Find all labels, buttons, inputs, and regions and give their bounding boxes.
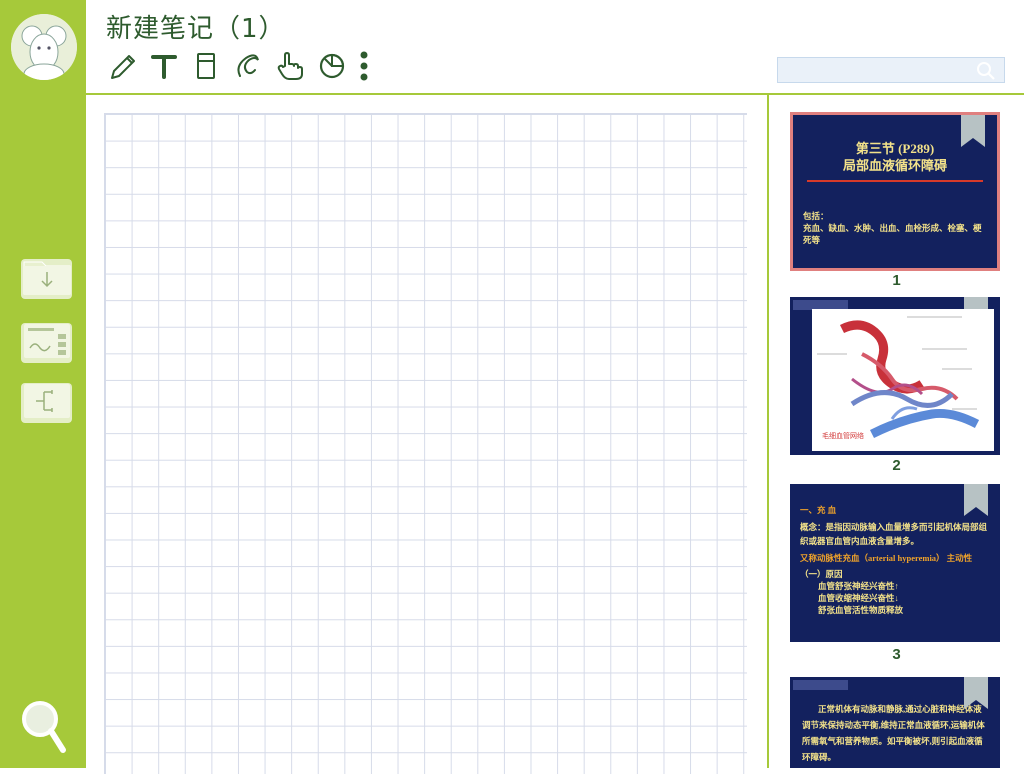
thumbnail-page-1[interactable]: 第三节 (P289) 局部血液循环障碍 包括： 充血、缺血、水肿、出血、血栓形成… — [790, 112, 1000, 271]
slide-card-button[interactable] — [21, 323, 72, 363]
thumbnail-page-4[interactable]: 正常机体有动脉和静脉,通过心脏和神经体液调节来保持动态平衡,维持正常血液循环,运… — [790, 677, 1000, 768]
thumbnail-page-2[interactable]: 毛细血管网络 — [790, 297, 1000, 455]
slide-body: 充血、缺血、水肿、出血、血栓形成、栓塞、梗死等 — [803, 223, 982, 245]
page-number-3: 3 — [892, 646, 901, 663]
slide-bullet: 血管舒张神经兴奋性↑ — [818, 581, 899, 591]
eraser-icon — [191, 51, 221, 85]
flowchart-button[interactable] — [21, 383, 72, 423]
slide-divider — [807, 180, 983, 182]
more-vertical-icon — [359, 50, 369, 86]
folder-download-button[interactable] — [21, 259, 72, 299]
pencil-icon — [107, 51, 137, 85]
note-canvas-area — [86, 95, 768, 774]
header: 新建笔记（1） — [86, 0, 1024, 95]
slide-subtitle: 局部血液循环障碍 — [842, 158, 947, 173]
drawing-toolbar — [104, 50, 372, 86]
slide-card-icon — [22, 322, 72, 364]
lasso-tool-button[interactable] — [230, 50, 266, 86]
page-thumbnails-panel: 第三节 (P289) 局部血液循环障碍 包括： 充血、缺血、水肿、出血、血栓形成… — [769, 97, 1024, 768]
search-icon — [18, 701, 70, 761]
hand-tool-button[interactable] — [272, 50, 308, 86]
page-title[interactable]: 新建笔记（1） — [106, 8, 286, 45]
slide-bullet: 舒张血管活性物质释放 — [818, 605, 904, 615]
grid-canvas[interactable] — [104, 113, 747, 774]
slide-label: 包括： — [803, 211, 829, 221]
search-icon[interactable] — [976, 61, 996, 85]
flowchart-icon — [22, 382, 72, 424]
mouse-avatar-icon[interactable] — [11, 14, 77, 80]
page-number-1: 1 — [892, 272, 901, 289]
pencil-tool-button[interactable] — [104, 50, 140, 86]
page-number-2: 2 — [892, 457, 901, 474]
shape-tool-button[interactable] — [314, 50, 350, 86]
search-button[interactable] — [18, 697, 70, 757]
slide-subtitle: 又称动脉性充血（arterial hyperemia） 主动性 — [800, 553, 973, 563]
text-tool-button[interactable] — [146, 50, 182, 86]
text-icon — [149, 51, 179, 85]
more-tools-button[interactable] — [356, 50, 372, 86]
shape-icon — [317, 51, 347, 85]
hand-pointer-icon — [275, 51, 305, 85]
image-caption: 毛细血管网络 — [822, 432, 864, 440]
lasso-icon — [233, 51, 263, 85]
capillary-diagram-image: 毛细血管网络 — [812, 309, 994, 451]
slide-cause-title: （一）原因 — [800, 569, 843, 579]
slide-bullet: 血管收缩神经兴奋性↓ — [818, 593, 899, 603]
left-sidebar — [0, 0, 86, 768]
university-logo — [793, 680, 848, 690]
search-input[interactable] — [777, 57, 1005, 83]
folder-download-icon — [22, 258, 72, 300]
thumbnail-page-3[interactable]: 一、充 血 概念：是指因动脉输入血量增多而引起机体局部组织或器官血管内血液含量增… — [790, 484, 1000, 642]
slide-heading: 一、充 血 — [800, 505, 837, 515]
eraser-tool-button[interactable] — [188, 50, 224, 86]
slide-concept: 概念：是指因动脉输入血量增多而引起机体局部组织或器官血管内血液含量增多。 — [800, 522, 988, 546]
slide-body: 正常机体有动脉和静脉,通过心脏和神经体液调节来保持动态平衡,维持正常血液循环,运… — [802, 704, 985, 762]
